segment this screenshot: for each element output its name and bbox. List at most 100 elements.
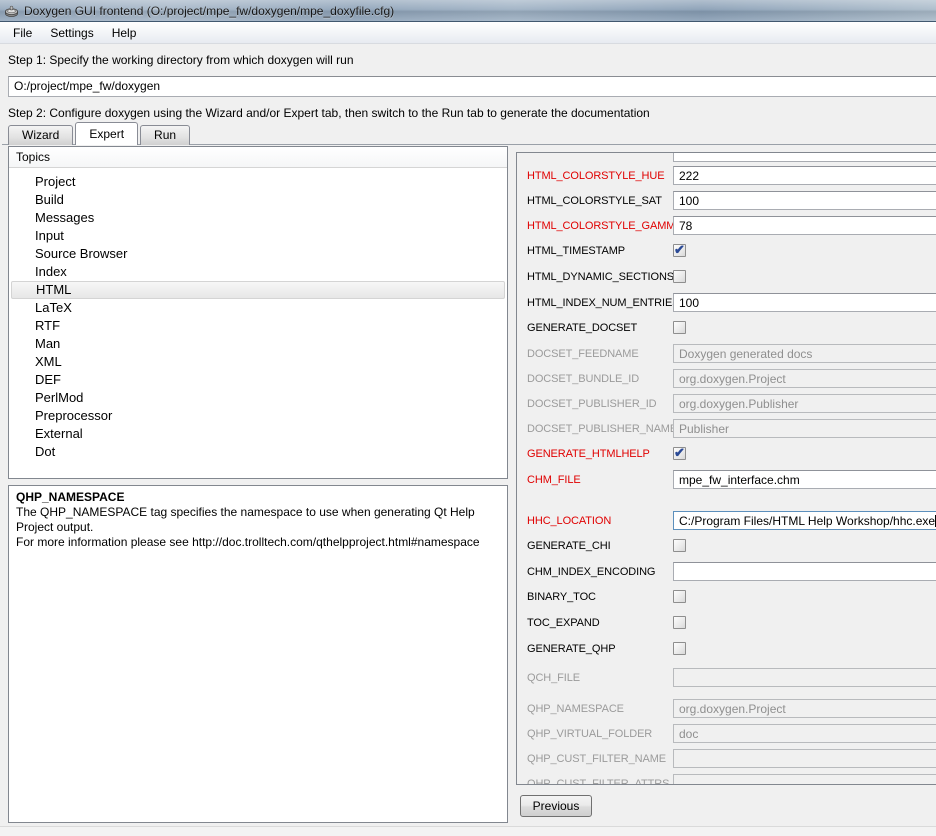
setting-row-qhp_namespace: QHP_NAMESPACE org.doxygen.Project [527,699,936,718]
topic-item-html[interactable]: HTML [11,281,505,299]
doxygen-app-icon [4,3,19,18]
qch_file-input[interactable] [673,668,936,687]
setting-row-html_colorstyle_sat: HTML_COLORSTYLE_SAT 100 [527,191,936,210]
setting-row-qhp_cust_filter_attrs: QHP_CUST_FILTER_ATTRS [527,774,936,785]
settings-scroll-area[interactable]: HTML_COLORSTYLE_HUE 222 HTML_COLORSTYLE_… [516,152,936,785]
setting-label: GENERATE_QHP [527,643,673,655]
topic-item-external[interactable]: External [9,425,507,443]
setting-row-binary_toc: BINARY_TOC ✔ [527,587,936,606]
generate_qhp-checkbox[interactable]: ✔ [673,642,686,655]
chm_index_encoding-input[interactable] [673,562,936,581]
qhp_virtual_folder-input[interactable]: doc [673,724,936,743]
qhp_cust_filter_name-input[interactable] [673,749,936,768]
input-value: 222 [679,169,699,183]
topic-item-dot[interactable]: Dot [9,443,507,461]
hhc_location-input[interactable]: C:/Program Files/HTML Help Workshop/hhc.… [673,511,936,530]
setting-label: DOCSET_BUNDLE_ID [527,373,673,385]
menu-item-file[interactable]: File [4,23,41,43]
setting-label: GENERATE_HTMLHELP [527,448,673,460]
topic-item-latex[interactable]: LaTeX [9,299,507,317]
topic-item-project[interactable]: Project [9,173,507,191]
setting-label: DOCSET_FEEDNAME [527,348,673,360]
setting-label: HTML_DYNAMIC_SECTIONS [527,271,673,283]
setting-row-generate_docset: GENERATE_DOCSET ✔ [527,318,936,337]
partially-scrolled-input[interactable] [673,153,936,162]
binary_toc-checkbox[interactable]: ✔ [673,590,686,603]
setting-row-toc_expand: TOC_EXPAND ✔ [527,613,936,632]
input-value: 100 [679,194,699,208]
help-text-line2: For more information please see http://d… [16,535,500,550]
input-value: C:/Program Files/HTML Help Workshop/hhc.… [679,514,935,528]
generate_docset-checkbox[interactable]: ✔ [673,321,686,334]
generate_htmlhelp-checkbox[interactable]: ✔ [673,447,686,460]
setting-label: QHP_VIRTUAL_FOLDER [527,728,673,740]
tab-wizard[interactable]: Wizard [8,125,73,145]
toc_expand-checkbox[interactable]: ✔ [673,616,686,629]
chm_file-input[interactable]: mpe_fw_interface.chm [673,470,936,489]
setting-label: DOCSET_PUBLISHER_NAME [527,423,673,435]
previous-button[interactable]: Previous [520,795,592,817]
setting-row-chm_file: CHM_FILE mpe_fw_interface.chm [527,470,936,489]
topic-item-def[interactable]: DEF [9,371,507,389]
setting-row-html_timestamp: HTML_TIMESTAMP ✔ [527,241,936,260]
setting-row-generate_qhp: GENERATE_QHP ✔ [527,639,936,658]
setting-label: TOC_EXPAND [527,617,673,629]
tab-run[interactable]: Run [140,125,190,145]
setting-label: CHM_INDEX_ENCODING [527,566,673,578]
topic-item-man[interactable]: Man [9,335,507,353]
setting-label: CHM_FILE [527,474,673,486]
titlebar: Doxygen GUI frontend (O:/project/mpe_fw/… [0,0,936,22]
setting-label: QHP_CUST_FILTER_ATTRS [527,778,673,786]
setting-row-hhc_location: HHC_LOCATION C:/Program Files/HTML Help … [527,511,936,530]
topic-item-build[interactable]: Build [9,191,507,209]
topic-item-source-browser[interactable]: Source Browser [9,245,507,263]
qhp_namespace-input[interactable]: org.doxygen.Project [673,699,936,718]
setting-row-html_colorstyle_hue: HTML_COLORSTYLE_HUE 222 [527,166,936,185]
docset_bundle_id-input[interactable]: org.doxygen.Project [673,369,936,388]
setting-label: QCH_FILE [527,672,673,684]
generate_chi-checkbox[interactable]: ✔ [673,539,686,552]
window-bottom-strip [0,826,936,836]
topic-item-rtf[interactable]: RTF [9,317,507,335]
topic-item-xml[interactable]: XML [9,353,507,371]
docset_publisher_name-input[interactable]: Publisher [673,419,936,438]
html_colorstyle_gamma-input[interactable]: 78 [673,216,936,235]
docset_feedname-input[interactable]: Doxygen generated docs [673,344,936,363]
topic-item-messages[interactable]: Messages [9,209,507,227]
setting-label: HTML_COLORSTYLE_HUE [527,170,673,182]
window-title: Doxygen GUI frontend (O:/project/mpe_fw/… [24,4,394,18]
docset_publisher_id-input[interactable]: org.doxygen.Publisher [673,394,936,413]
topics-panel: Topics ProjectBuildMessagesInputSource B… [8,146,508,479]
html_colorstyle_hue-input[interactable]: 222 [673,166,936,185]
step1-label: Step 1: Specify the working directory fr… [8,53,354,67]
topic-item-index[interactable]: Index [9,263,507,281]
input-value: org.doxygen.Project [679,702,786,716]
topic-item-preprocessor[interactable]: Preprocessor [9,407,507,425]
topic-item-input[interactable]: Input [9,227,507,245]
setting-label: HTML_COLORSTYLE_SAT [527,195,673,207]
topics-header: Topics [9,147,507,168]
html_colorstyle_sat-input[interactable]: 100 [673,191,936,210]
setting-label: DOCSET_PUBLISHER_ID [527,398,673,410]
checkmark-icon: ✔ [674,242,685,258]
menubar: FileSettingsHelp [0,22,936,44]
setting-row-docset_publisher_name: DOCSET_PUBLISHER_NAME Publisher [527,419,936,438]
working-directory-input[interactable]: O:/project/mpe_fw/doxygen [8,76,936,97]
html_dynamic_sections-checkbox[interactable]: ✔ [673,270,686,283]
html_index_num_entries-input[interactable]: 100 [673,293,936,312]
menu-item-settings[interactable]: Settings [41,23,102,43]
settings-form: HTML_COLORSTYLE_HUE 222 HTML_COLORSTYLE_… [527,166,936,785]
tab-expert[interactable]: Expert [75,122,138,145]
qhp_cust_filter_attrs-input[interactable] [673,774,936,785]
setting-row-generate_htmlhelp: GENERATE_HTMLHELP ✔ [527,444,936,463]
setting-row-chm_index_encoding: CHM_INDEX_ENCODING [527,562,936,581]
setting-row-qhp_virtual_folder: QHP_VIRTUAL_FOLDER doc [527,724,936,743]
topic-item-perlmod[interactable]: PerlMod [9,389,507,407]
input-value: 100 [679,296,699,310]
menu-item-help[interactable]: Help [103,23,146,43]
input-value: org.doxygen.Project [679,372,786,386]
setting-label: BINARY_TOC [527,591,673,603]
setting-row-generate_chi: GENERATE_CHI ✔ [527,536,936,555]
html_timestamp-checkbox[interactable]: ✔ [673,244,686,257]
setting-label: HHC_LOCATION [527,515,673,527]
